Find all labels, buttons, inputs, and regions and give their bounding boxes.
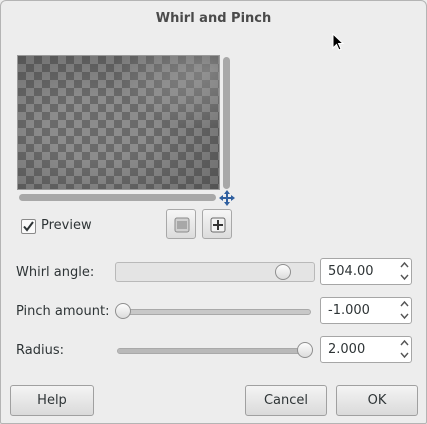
radius-spinbox[interactable]: 2.000	[320, 336, 412, 363]
chevron-down-icon[interactable]	[400, 352, 409, 359]
pinch-amount-value[interactable]: -1.000	[328, 303, 370, 318]
mouse-cursor-icon	[332, 33, 345, 51]
preview-horizontal-scrollbar[interactable]	[19, 194, 216, 201]
preview-checkbox[interactable]	[21, 219, 36, 234]
radius-slider[interactable]	[117, 348, 311, 354]
preview-label: Preview	[41, 218, 92, 233]
checkmark-icon	[23, 221, 34, 232]
chevron-up-icon[interactable]	[400, 300, 409, 307]
whirl-angle-spinbox[interactable]: 504.00	[320, 258, 412, 285]
pinch-amount-slider-handle[interactable]	[115, 303, 131, 319]
zoom-fit-icon	[174, 217, 190, 233]
preview-vertical-scrollbar[interactable]	[223, 57, 230, 189]
radius-value[interactable]: 2.000	[328, 342, 365, 357]
chevron-up-icon[interactable]	[400, 261, 409, 268]
whirl-angle-spin-arrows[interactable]	[397, 259, 411, 284]
whirl-angle-slider[interactable]	[115, 262, 315, 282]
help-button[interactable]: Help	[10, 385, 94, 416]
radius-spin-arrows[interactable]	[397, 337, 411, 362]
whirl-pinch-dialog: Whirl and Pinch Preview Whirl angle: 504…	[0, 0, 427, 424]
radius-slider-handle[interactable]	[297, 342, 313, 358]
chevron-up-icon[interactable]	[400, 339, 409, 346]
preview-image[interactable]	[17, 55, 220, 190]
radius-fill	[118, 349, 310, 353]
ok-button[interactable]: OK	[336, 385, 418, 416]
dialog-title: Whirl and Pinch	[155, 11, 272, 26]
move-arrows-icon[interactable]	[219, 190, 235, 206]
chevron-down-icon[interactable]	[400, 274, 409, 281]
cancel-button[interactable]: Cancel	[245, 385, 327, 416]
chevron-down-icon[interactable]	[400, 313, 409, 320]
whirl-angle-slider-handle[interactable]	[275, 264, 291, 280]
pinch-amount-spin-arrows[interactable]	[397, 298, 411, 323]
whirl-angle-label: Whirl angle:	[16, 265, 95, 280]
pinch-amount-label: Pinch amount:	[16, 304, 110, 319]
preview-shading	[18, 56, 219, 189]
zoom-fit-button[interactable]	[166, 209, 196, 239]
zoom-in-button[interactable]	[202, 209, 232, 239]
zoom-plus-icon	[210, 217, 226, 233]
pinch-amount-slider[interactable]	[119, 309, 311, 315]
whirl-angle-value[interactable]: 504.00	[328, 264, 374, 279]
pinch-amount-spinbox[interactable]: -1.000	[320, 297, 412, 324]
radius-label: Radius:	[16, 343, 64, 358]
